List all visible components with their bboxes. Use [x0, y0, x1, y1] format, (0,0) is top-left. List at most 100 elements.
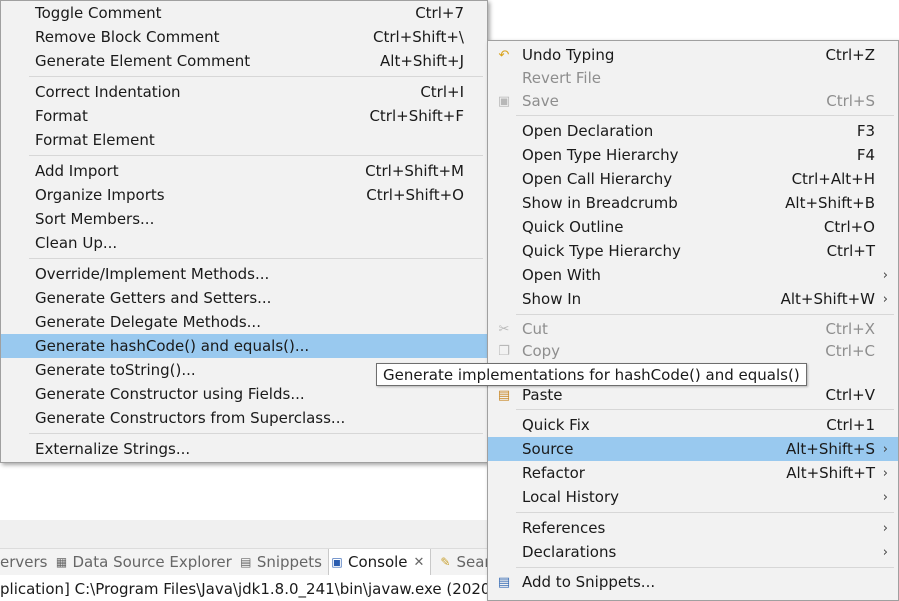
menu-item-generate-getters-setters[interactable]: Generate Getters and Setters... [1, 286, 487, 310]
menu-item-shortcut: Ctrl+C [825, 342, 875, 360]
menu-item-open-type-hierarchy[interactable]: Open Type Hierarchy F4 [488, 143, 898, 167]
menu-item-open-with[interactable]: Open With › [488, 263, 898, 287]
menu-item-generate-hashcode-equals[interactable]: Generate hashCode() and equals()... [1, 334, 487, 358]
menu-separator [29, 76, 483, 77]
tab-snippets[interactable]: ▤ Snippets [238, 549, 328, 575]
editor-context-menu: ↶ Undo Typing Ctrl+Z Revert File ▣ Save … [487, 40, 899, 601]
menu-item-label: Remove Block Comment [35, 28, 220, 46]
menu-item-label: Quick Fix [522, 416, 590, 434]
menu-item-label: Override/Implement Methods... [35, 265, 270, 283]
menu-item-cut[interactable]: ✂ Cut Ctrl+X [488, 317, 898, 341]
menu-item-label: Generate Element Comment [35, 52, 251, 70]
tab-data-source-explorer[interactable]: ▦ Data Source Explorer [53, 549, 237, 575]
menu-item-revert-file[interactable]: Revert File [488, 66, 898, 90]
menu-item-shortcut: Ctrl+Shift+F [369, 107, 464, 125]
menu-item-copy[interactable]: ❐ Copy Ctrl+C [488, 339, 898, 363]
menu-item-remove-block-comment[interactable]: Remove Block Comment Ctrl+Shift+\ [1, 25, 487, 49]
menu-item-label: Generate hashCode() and equals()... [35, 337, 310, 355]
menu-item-organize-imports[interactable]: Organize Imports Ctrl+Shift+O [1, 183, 487, 207]
menu-item-label: Toggle Comment [35, 4, 162, 22]
menu-item-label: Open Call Hierarchy [522, 170, 673, 188]
menu-item-label: Open Declaration [522, 122, 654, 140]
menu-item-label: Organize Imports [35, 186, 165, 204]
menu-item-shortcut: Ctrl+T [826, 242, 875, 260]
menu-item-generate-delegate-methods[interactable]: Generate Delegate Methods... [1, 310, 487, 334]
menu-separator [516, 512, 894, 513]
menu-separator [516, 409, 894, 410]
tab-servers-label: ervers [0, 553, 48, 571]
close-icon[interactable]: ✕ [414, 555, 425, 570]
data-source-icon: ▦ [55, 555, 68, 569]
menu-item-label: Generate Getters and Setters... [35, 289, 272, 307]
menu-item-quick-type-hierarchy[interactable]: Quick Type Hierarchy Ctrl+T [488, 239, 898, 263]
menu-item-shortcut: Ctrl+O [823, 218, 875, 236]
menu-item-shortcut: Alt+Shift+B [785, 194, 875, 212]
menu-item-quick-outline[interactable]: Quick Outline Ctrl+O [488, 215, 898, 239]
chevron-right-icon: › [882, 520, 888, 536]
menu-item-correct-indentation[interactable]: Correct Indentation Ctrl+I [1, 80, 487, 104]
menu-item-format[interactable]: Format Ctrl+Shift+F [1, 104, 487, 128]
tab-snippets-label: Snippets [256, 553, 322, 571]
menu-item-label: Open With [522, 266, 601, 284]
snippets-icon: ▤ [240, 555, 252, 569]
menu-item-label: Open Type Hierarchy [522, 146, 679, 164]
menu-item-local-history[interactable]: Local History › [488, 485, 898, 509]
menu-item-label: Externalize Strings... [35, 440, 191, 458]
menu-item-save[interactable]: ▣ Save Ctrl+S [488, 89, 898, 113]
menu-item-show-in[interactable]: Show In Alt+Shift+W › [488, 287, 898, 311]
chevron-right-icon: › [882, 441, 888, 457]
menu-item-label: Local History [522, 488, 620, 506]
menu-item-label: Add to Snippets... [522, 573, 656, 591]
menu-item-sort-members[interactable]: Sort Members... [1, 207, 487, 231]
menu-item-references[interactable]: References › [488, 516, 898, 540]
menu-item-shortcut: Ctrl+X [825, 320, 875, 338]
menu-item-paste[interactable]: ▤ Paste Ctrl+V [488, 383, 898, 407]
menu-item-label: Show in Breadcrumb [522, 194, 678, 212]
copy-icon: ❐ [498, 343, 510, 359]
menu-separator [516, 567, 894, 568]
menu-item-label: Copy [522, 342, 561, 360]
menu-item-label: Quick Outline [522, 218, 624, 236]
chevron-right-icon: › [882, 291, 888, 307]
menu-item-externalize-strings[interactable]: Externalize Strings... [1, 437, 487, 461]
menu-item-generate-element-comment[interactable]: Generate Element Comment Alt+Shift+J [1, 49, 487, 73]
menu-item-add-import[interactable]: Add Import Ctrl+Shift+M [1, 159, 487, 183]
menu-item-clean-up[interactable]: Clean Up... [1, 231, 487, 255]
chevron-right-icon: › [882, 267, 888, 283]
menu-item-toggle-comment[interactable]: Toggle Comment Ctrl+7 [1, 1, 487, 25]
menu-item-label: Generate Constructor using Fields... [35, 385, 305, 403]
menu-item-declarations[interactable]: Declarations › [488, 540, 898, 564]
menu-item-undo-typing[interactable]: ↶ Undo Typing Ctrl+Z [488, 43, 898, 67]
menu-item-add-to-snippets[interactable]: ▤ Add to Snippets... [488, 570, 898, 594]
tab-servers[interactable]: ervers [0, 549, 53, 575]
menu-item-label: Show In [522, 290, 582, 308]
console-output-line: plication] C:\Program Files\Java\jdk1.8.… [0, 575, 520, 601]
tab-console[interactable]: ▣ Console ✕ [327, 549, 432, 575]
menu-item-shortcut: Ctrl+I [420, 83, 464, 101]
menu-item-show-in-breadcrumb[interactable]: Show in Breadcrumb Alt+Shift+B [488, 191, 898, 215]
menu-item-open-declaration[interactable]: Open Declaration F3 [488, 119, 898, 143]
menu-item-refactor[interactable]: Refactor Alt+Shift+T › [488, 461, 898, 485]
menu-item-label: References [522, 519, 606, 537]
menu-item-shortcut: Ctrl+Alt+H [791, 170, 875, 188]
menu-item-label: Refactor [522, 464, 585, 482]
menu-item-label: Undo Typing [522, 46, 615, 64]
menu-item-shortcut: Ctrl+Z [825, 46, 875, 64]
menu-item-label: Add Import [35, 162, 119, 180]
menu-item-format-element[interactable]: Format Element [1, 128, 487, 152]
menu-item-label: Cut [522, 320, 548, 338]
menu-item-shortcut: Ctrl+Shift+O [366, 186, 464, 204]
menu-item-shortcut: Ctrl+S [826, 92, 875, 110]
undo-icon: ↶ [498, 47, 510, 63]
menu-item-label: Source [522, 440, 574, 458]
menu-item-shortcut: Alt+Shift+S [785, 440, 875, 458]
menu-item-shortcut: Alt+Shift+J [380, 52, 464, 70]
cut-icon: ✂ [498, 321, 510, 337]
menu-item-shortcut: Ctrl+Shift+M [365, 162, 464, 180]
menu-item-quick-fix[interactable]: Quick Fix Ctrl+1 [488, 413, 898, 437]
menu-item-open-call-hierarchy[interactable]: Open Call Hierarchy Ctrl+Alt+H [488, 167, 898, 191]
tab-search-label: Sear [456, 553, 491, 571]
menu-item-source[interactable]: Source Alt+Shift+S › [488, 437, 898, 461]
menu-item-override-implement-methods[interactable]: Override/Implement Methods... [1, 262, 487, 286]
menu-item-generate-constructors-from-superclass[interactable]: Generate Constructors from Superclass... [1, 406, 487, 430]
